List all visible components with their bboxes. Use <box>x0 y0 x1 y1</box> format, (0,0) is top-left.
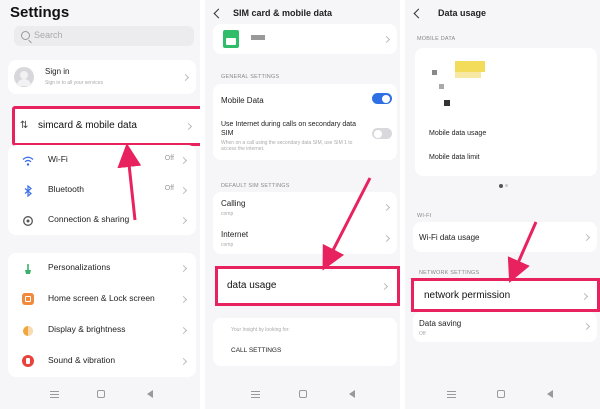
annotation-arrows <box>117 143 538 283</box>
arrow-to-network-permission <box>507 221 538 283</box>
arrow-to-simcard <box>117 143 142 221</box>
arrow-to-data-usage <box>322 177 372 271</box>
